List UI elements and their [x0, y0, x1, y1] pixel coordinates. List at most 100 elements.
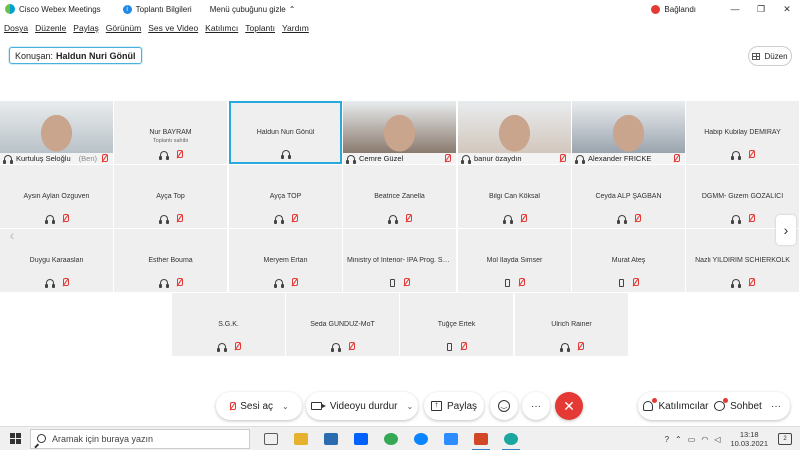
menu-audio-video[interactable]: Ses ve Video	[148, 23, 198, 33]
participant-name: Ayça Top	[156, 193, 185, 200]
participant-status	[572, 278, 685, 287]
participant-tile[interactable]: Habip Kubilay DEMİRAY	[686, 101, 799, 164]
zoom-icon[interactable]	[436, 427, 466, 450]
webex-icon[interactable]	[496, 427, 526, 450]
participant-status	[400, 342, 513, 351]
menu-file[interactable]: Dosya	[4, 23, 28, 33]
close-window-button[interactable]: ✕	[774, 4, 800, 15]
powerpoint-icon[interactable]	[466, 427, 496, 450]
participants-button[interactable]: Katılımcılar	[642, 392, 710, 420]
menu-meeting[interactable]: Toplantı	[245, 23, 275, 33]
layout-button[interactable]: Düzen	[748, 46, 792, 66]
participant-tile[interactable]: Mol Ilayda Simser	[458, 229, 571, 292]
participant-tile[interactable]: Beatrice Zanella	[343, 165, 456, 228]
menu-view[interactable]: Görünüm	[106, 23, 141, 33]
participant-tile[interactable]: Ceyda ALP ŞAĞBAN	[572, 165, 685, 228]
muted-mic-icon	[348, 342, 355, 351]
chat-button[interactable]: Sohbet	[714, 392, 762, 420]
participant-tile[interactable]: Bilgi Can Köksal	[458, 165, 571, 228]
minimize-button[interactable]: —	[722, 4, 748, 14]
muted-mic-icon	[748, 214, 755, 223]
hide-menu-button[interactable]: Menü çubuğunu gizle ⌃	[210, 5, 296, 14]
participant-tile[interactable]: Aysin Aylan Ozguven	[0, 165, 113, 228]
participant-tile[interactable]: Tuğçe Ertek	[400, 293, 513, 356]
participant-status	[114, 150, 227, 160]
edge-icon[interactable]	[406, 427, 436, 450]
menu-participant[interactable]: Katılımcı	[205, 23, 238, 33]
task-view-icon[interactable]	[256, 427, 286, 450]
participant-tile[interactable]: Esther Bouma	[114, 229, 227, 292]
participant-name: Mol Ilayda Simser	[486, 257, 543, 264]
connection-status[interactable]: Bağlandı	[651, 4, 696, 14]
network-icon[interactable]: ▭	[688, 435, 696, 444]
volume-icon[interactable]: ◁	[714, 435, 720, 444]
end-meeting-button[interactable]: ✕	[555, 392, 583, 420]
taskbar-apps	[256, 427, 526, 450]
stop-video-button[interactable]: Videoyu durdur ⌄	[306, 392, 418, 420]
participant-tile[interactable]: Nur BAYRAM Toplantı sahibi	[114, 101, 227, 164]
meeting-info-button[interactable]: Toplantı Bilgileri	[136, 5, 192, 14]
host-label: Toplantı sahibi	[152, 138, 189, 144]
participant-status	[231, 150, 340, 159]
participant-tile[interactable]: Alexander FRICKE	[572, 101, 685, 164]
participant-name-bar: banur özaydın	[458, 153, 571, 164]
camera-icon	[310, 402, 326, 410]
participant-status	[686, 150, 799, 160]
participant-status	[458, 214, 571, 224]
phone-icon	[505, 278, 510, 287]
active-speaker-label: Konuşan: Haldun Nuri Gönül	[9, 47, 142, 64]
restore-button[interactable]: ❐	[748, 4, 774, 15]
wifi-icon[interactable]: ◠	[701, 435, 708, 444]
participant-name: Tuğçe Ertek	[437, 321, 476, 328]
participant-tile[interactable]: banur özaydın	[458, 101, 571, 164]
participant-tile[interactable]: Ayça TOP	[229, 165, 342, 228]
chevron-up-icon[interactable]: ⌃	[675, 435, 682, 444]
chat-label: Sohbet	[730, 400, 762, 412]
dropbox-icon[interactable]	[346, 427, 376, 450]
help-icon[interactable]: ?	[665, 435, 669, 444]
powerpoint-icon-glyph	[474, 432, 488, 445]
panel-more-button[interactable]: ···	[764, 392, 788, 420]
share-button[interactable]: ↑ Paylaş	[424, 392, 484, 420]
participant-tile[interactable]: Kurtuluş Seloğlu (Ben)	[0, 101, 113, 164]
notification-icon[interactable]: 2	[778, 433, 792, 445]
participant-name: Ulrich Rainer	[551, 321, 592, 328]
search-placeholder: Aramak için buraya yazın	[52, 433, 154, 444]
participant-tile[interactable]: Cemre Güzel	[343, 101, 456, 164]
next-page-button[interactable]: ›	[776, 215, 796, 245]
file-explorer-icon[interactable]	[286, 427, 316, 450]
participant-tile[interactable]: Haldun Nuri Gönül	[229, 101, 342, 164]
chevron-down-icon[interactable]: ⌄	[282, 402, 289, 411]
chrome-icon[interactable]	[376, 427, 406, 450]
headset-icon	[559, 343, 570, 352]
participant-tile[interactable]: Ulrich Rainer	[515, 293, 628, 356]
menu-help[interactable]: Yardım	[282, 23, 309, 33]
muted-mic-icon	[748, 278, 755, 287]
zoom-icon-glyph	[444, 432, 458, 445]
muted-mic-icon	[403, 278, 410, 287]
more-options-button[interactable]: ···	[522, 392, 550, 420]
participant-name-bar: Kurtuluş Seloğlu (Ben)	[0, 153, 113, 164]
unmute-button[interactable]: Sesi aç ⌄	[216, 392, 302, 420]
taskbar-clock[interactable]: 13:18 10.03.2021	[730, 430, 768, 448]
connection-status-label: Bağlandı	[664, 4, 696, 14]
participant-tile[interactable]: Seda GÜNDÜZ-MoT	[286, 293, 399, 356]
previous-page-icon[interactable]: ‹	[6, 227, 18, 243]
participant-tile[interactable]: Murat Ateş	[572, 229, 685, 292]
participant-tile[interactable]: Meryem Ertan	[229, 229, 342, 292]
participant-tile[interactable]: Ministry of Interior- IPA Prog. Se...	[343, 229, 456, 292]
menu-edit[interactable]: Düzenle	[35, 23, 66, 33]
mail-icon[interactable]	[316, 427, 346, 450]
reactions-button[interactable]: ‿	[490, 392, 518, 420]
headset-icon	[273, 215, 284, 224]
taskbar-search-input[interactable]: Aramak için buraya yazın	[30, 428, 250, 449]
mail-icon-glyph	[324, 432, 338, 445]
windows-start-icon[interactable]	[0, 427, 30, 450]
menu-share[interactable]: Paylaş	[73, 23, 99, 33]
headset-icon	[575, 155, 585, 164]
chevron-down-icon[interactable]: ⌄	[406, 402, 413, 411]
participant-tile[interactable]: Ayça Top	[114, 165, 227, 228]
muted-mic-icon	[62, 214, 69, 223]
headset-icon	[273, 279, 284, 288]
participant-tile[interactable]: S.G.K.	[172, 293, 285, 356]
